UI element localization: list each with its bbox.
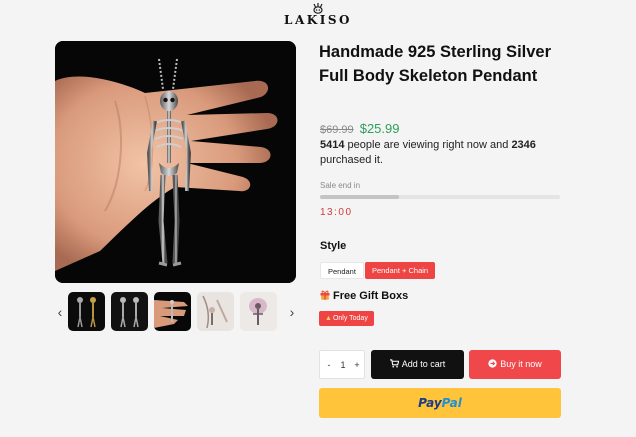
buy-now-label: Buy it now [500, 359, 542, 369]
social-proof-text: 5414 people are viewing right now and 23… [320, 138, 580, 168]
thumbnail-1[interactable] [68, 292, 105, 331]
sale-end-label: Sale end in [320, 181, 361, 190]
quantity-stepper: - 1 + [319, 350, 365, 379]
thumbnail-4[interactable] [197, 292, 234, 331]
quantity-decrease-button[interactable]: - [323, 351, 335, 380]
thumbnail-prev-button[interactable]: ‹ [53, 303, 67, 321]
quantity-value[interactable]: 1 [336, 351, 350, 380]
sale-progress-fill [320, 195, 400, 199]
arrow-circle-icon [488, 359, 497, 368]
free-gift-heading: Free Gift Boxs [320, 290, 408, 302]
sale-progress-bar [320, 195, 560, 199]
style-option-pendant-chain[interactable]: Pendant + Chain [365, 262, 436, 279]
skeleton-pendant-in-hand-image [154, 292, 191, 331]
thumbnail-3[interactable] [154, 292, 191, 331]
sale-price: $25.99 [359, 121, 400, 136]
sale-countdown: 13:00 [320, 207, 353, 218]
skeleton-pendant-front-image [68, 292, 105, 331]
quantity-increase-button[interactable]: + [351, 351, 363, 380]
thumbnail-5[interactable] [240, 292, 277, 331]
add-to-cart-label: Add to cart [401, 359, 446, 369]
free-gift-label: Free Gift Boxs [333, 290, 409, 302]
skeleton-pendant-closeup-image [240, 292, 277, 331]
skeleton-pendant-in-hand-image [55, 41, 296, 283]
logo-text: LAKISO [284, 13, 352, 27]
store-logo[interactable]: LAKISO [0, 2, 636, 26]
gift-icon [320, 290, 330, 300]
purchased-text: purchased it. [320, 154, 383, 166]
viewing-text: people are viewing right now and [344, 139, 512, 151]
skeleton-pendant-on-chain-image [197, 292, 234, 331]
style-option-pendant[interactable]: Pendant [320, 262, 364, 279]
cart-icon [389, 359, 400, 368]
original-price: $69.99 [320, 124, 354, 136]
flame-icon: ▲ [325, 315, 332, 322]
buy-now-button[interactable]: Buy it now [469, 350, 561, 379]
viewing-count: 5414 [320, 139, 345, 151]
skeleton-pendant-pair-image [111, 292, 148, 331]
main-product-image[interactable] [55, 41, 296, 283]
price-row: $69.99 $25.99 [320, 121, 399, 136]
product-title: Handmade 925 Sterling Silver Full Body S… [319, 43, 552, 85]
thumbnail-next-button[interactable]: › [285, 303, 299, 321]
paypal-logo-pal: Pal [441, 396, 462, 410]
style-label: Style [320, 240, 347, 252]
add-to-cart-button[interactable]: Add to cart [371, 350, 464, 379]
thumbnail-strip [68, 292, 278, 332]
paypal-logo-pay: Pay [418, 396, 442, 410]
only-today-badge: ▲Only Today [319, 311, 374, 326]
only-today-text: Only Today [332, 315, 368, 322]
paypal-button[interactable]: PayPal [319, 388, 561, 418]
thumbnail-2[interactable] [111, 292, 148, 331]
purchased-count: 2346 [511, 139, 536, 151]
